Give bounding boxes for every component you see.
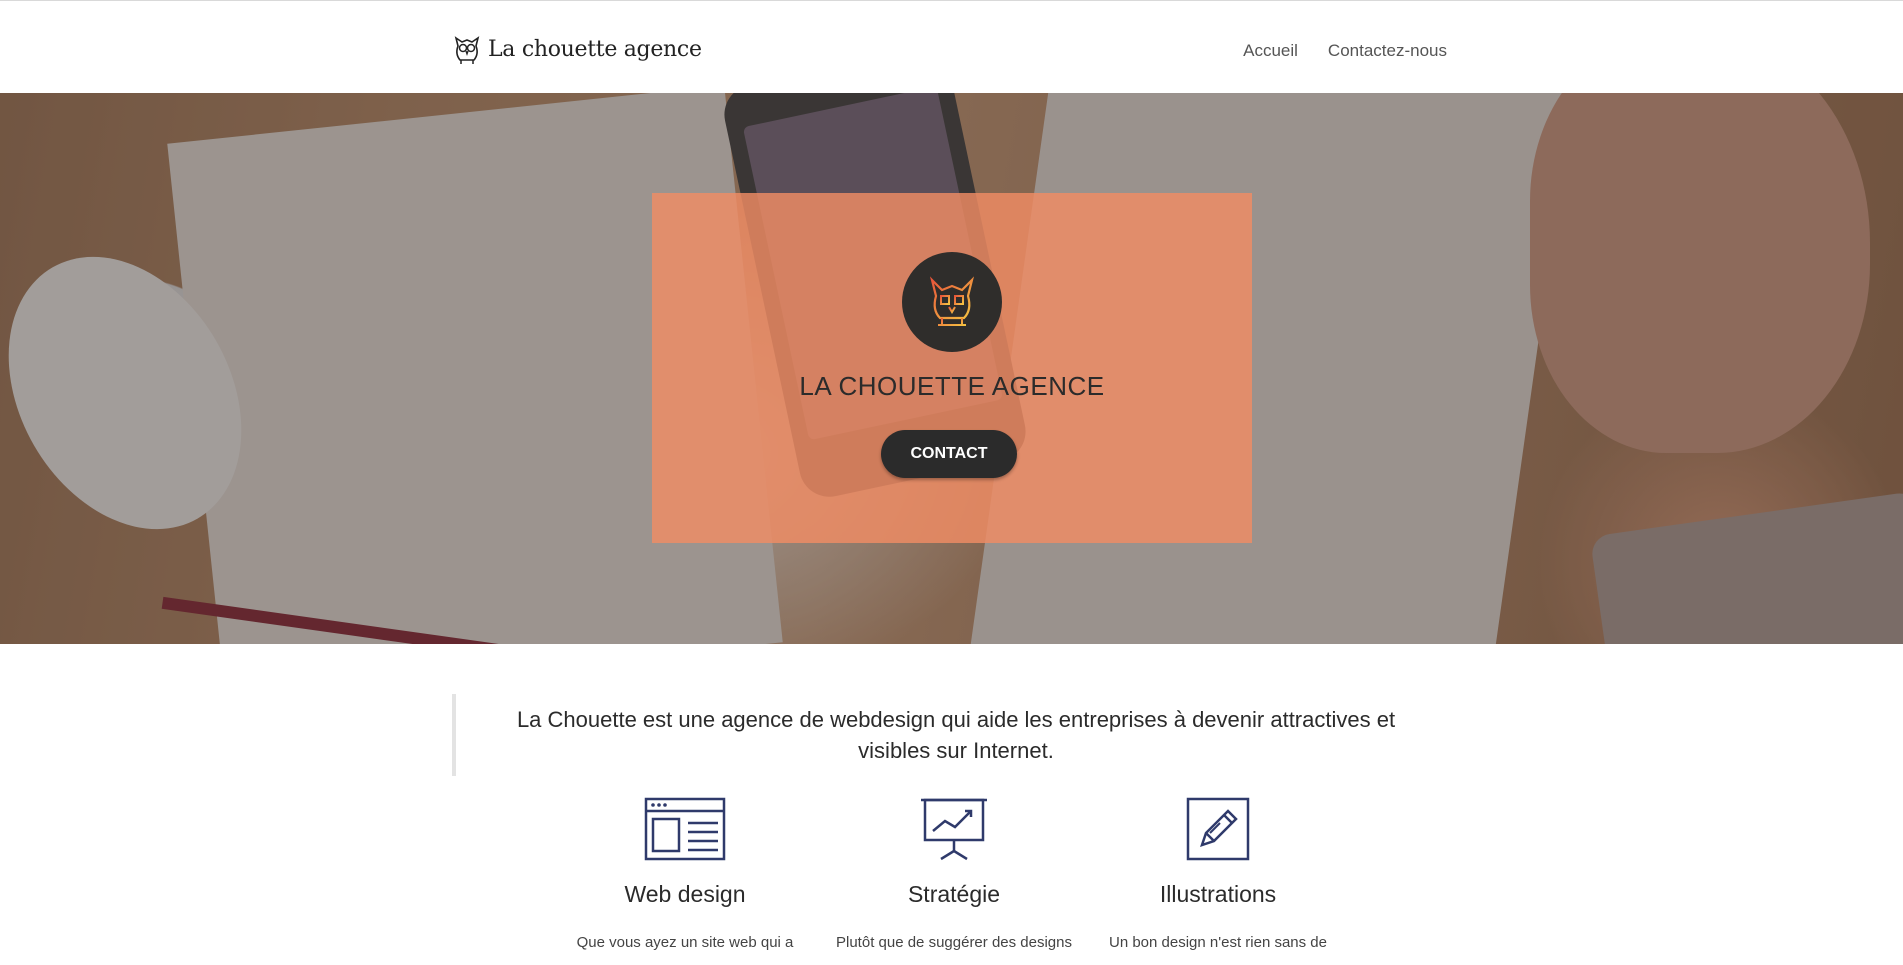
hero-owl-logo: [902, 252, 1002, 352]
nav-link-contact[interactable]: Contactez-nous: [1328, 41, 1447, 61]
main-nav: Accueil Contactez-nous: [1243, 41, 1447, 61]
owl-logo-icon: [929, 276, 975, 326]
intro-text: La Chouette est une agence de webdesign …: [516, 707, 1396, 763]
service-text: Que vous ayez un site web qui a: [576, 934, 794, 951]
service-web-design: Web design Que vous ayez un site web qui…: [560, 797, 810, 954]
strategy-icon: [921, 798, 987, 861]
intro-blockquote: La Chouette est une agence de webdesign …: [452, 694, 1452, 776]
service-strategy: Stratégie Plutôt que de suggérer des des…: [829, 797, 1079, 954]
web-design-icon: [644, 797, 726, 861]
service-title: Illustrations: [1159, 881, 1277, 907]
site-header: La chouette agence Accueil Contactez-nou…: [0, 1, 1903, 93]
service-text: Plutôt que de suggérer des designs: [836, 934, 1072, 951]
hero-title: LA CHOUETTE AGENCE: [799, 371, 1105, 401]
hero-card: LA CHOUETTE AGENCE CONTACT: [652, 193, 1252, 543]
service-title: Stratégie: [907, 881, 1001, 907]
hero-banner: LA CHOUETTE AGENCE CONTACT: [0, 93, 1903, 644]
illustration-icon: [1186, 797, 1250, 861]
brand-logo[interactable]: La chouette agence: [452, 32, 702, 66]
nav-link-accueil[interactable]: Accueil: [1243, 41, 1298, 61]
contact-button[interactable]: CONTACT: [881, 430, 1017, 478]
brand-name: La chouette agence: [488, 36, 702, 62]
owl-logo-icon: [454, 36, 480, 64]
service-text: Un bon design n'est rien sans de: [1108, 934, 1327, 951]
service-illustrations: Illustrations Un bon design n'est rien s…: [1093, 797, 1343, 954]
service-title: Web design: [624, 881, 746, 907]
